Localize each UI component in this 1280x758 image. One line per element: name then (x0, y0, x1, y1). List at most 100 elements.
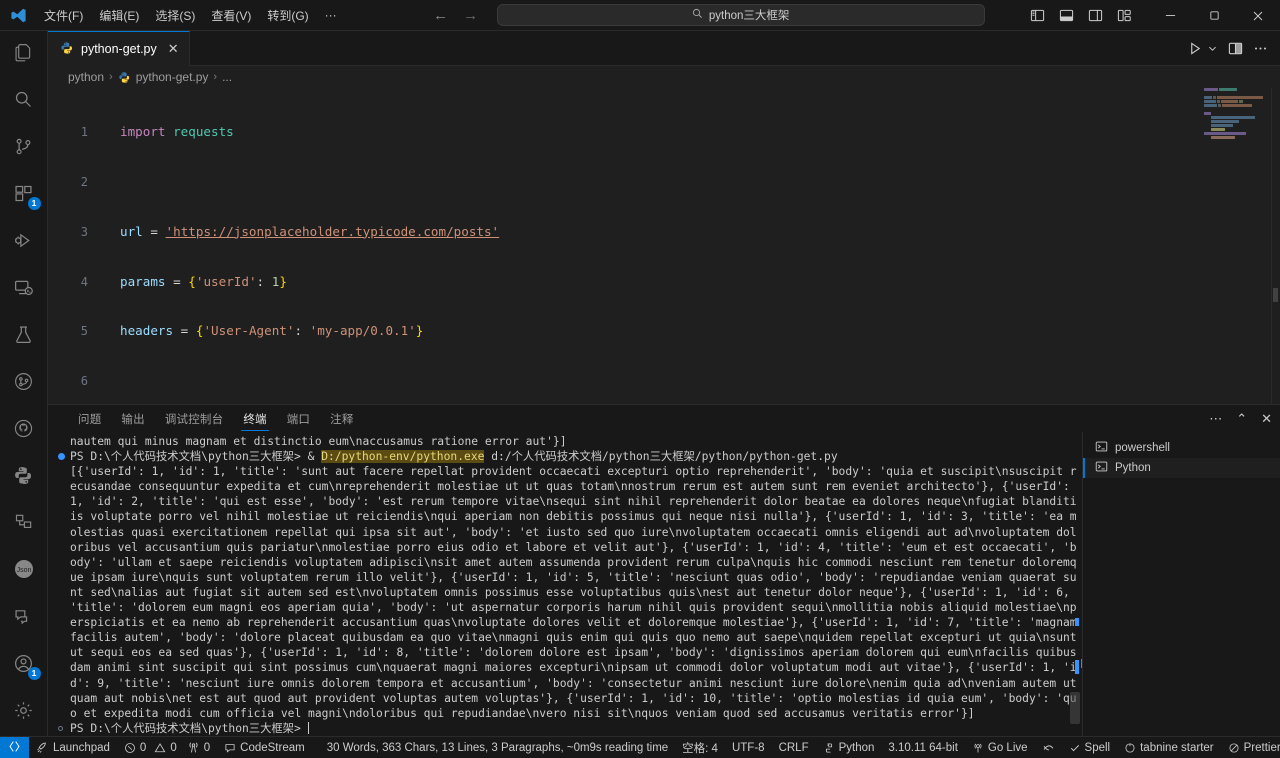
workbench-body: 1 (0, 31, 1280, 736)
menu-more[interactable]: ··· (317, 5, 345, 25)
breadcrumb-file[interactable]: python-get.py (136, 70, 209, 84)
menu-file[interactable]: 文件(F) (36, 4, 91, 27)
tab-comments[interactable]: 注释 (320, 405, 363, 432)
menu-view[interactable]: 查看(V) (203, 4, 259, 27)
menu-go[interactable]: 转到(G) (259, 4, 316, 27)
json-icon: Json (12, 557, 36, 586)
tab-terminal[interactable]: 终端 (233, 405, 276, 432)
terminal-list-item-python[interactable]: Python (1083, 458, 1280, 478)
python-icon (823, 742, 835, 754)
warning-icon (154, 742, 166, 754)
sidebar-item-comments[interactable] (0, 595, 48, 642)
status-prettier[interactable]: Prettier (1221, 737, 1280, 758)
sidebar-item-remote-explorer[interactable] (0, 266, 48, 313)
editor-tab-python-get[interactable]: python-get.py ✕ (48, 31, 190, 66)
chevron-down-icon[interactable] (1207, 43, 1218, 54)
breadcrumb-folder[interactable]: python (68, 70, 104, 84)
terminal-prompt2: PS D:\个人代码技术文档\python三大框架> (70, 722, 308, 735)
sidebar-item-github[interactable] (0, 407, 48, 454)
tab-problems[interactable]: 问题 (68, 405, 111, 432)
toggle-secondary-sidebar-icon[interactable] (1088, 8, 1103, 23)
back-arrow-icon[interactable]: ← (433, 7, 449, 24)
tab-bar-filler (190, 31, 1176, 66)
window-close-button[interactable] (1236, 0, 1280, 31)
status-go-live[interactable]: Go Live (965, 737, 1035, 758)
status-language-mode[interactable]: Python (816, 737, 882, 758)
close-icon[interactable]: ✕ (168, 41, 179, 57)
status-codestream[interactable]: CodeStream (217, 737, 312, 758)
sidebar-item-database[interactable] (0, 501, 48, 548)
sidebar-item-testing[interactable] (0, 313, 48, 360)
more-icon[interactable] (1253, 41, 1268, 56)
code-line-6: 6 (48, 373, 1280, 390)
line-text: params = {'userId': 1} (110, 274, 287, 291)
database-icon (14, 512, 34, 537)
remote-host-button[interactable] (0, 737, 29, 758)
status-tabnine-starter[interactable]: tabnine starter (1117, 737, 1221, 758)
window-minimize-button[interactable] (1148, 0, 1192, 31)
status-python-interpreter[interactable]: 3.10.11 64-bit (881, 737, 964, 758)
sidebar-item-extensions[interactable]: 1 (0, 172, 48, 219)
status-encoding[interactable]: UTF-8 (725, 737, 772, 758)
terminal-scrollbar[interactable] (1070, 692, 1080, 724)
sidebar-item-python-env[interactable] (0, 454, 48, 501)
code-editor[interactable]: 1import requests 2 3url = 'https://jsonp… (48, 88, 1280, 404)
terminal-list-label: Python (1115, 462, 1151, 474)
sidebar-item-json-viewer[interactable]: Json (0, 548, 48, 595)
window-maximize-button[interactable] (1192, 0, 1236, 31)
files-icon (13, 42, 34, 68)
close-panel-icon[interactable]: ✕ (1261, 412, 1272, 425)
sidebar-item-run-and-debug[interactable] (0, 219, 48, 266)
terminal-view[interactable]: nautem qui minus magnam et distinctio eu… (48, 432, 1082, 736)
terminal-overflow-line: nautem qui minus magnam et distinctio eu… (70, 434, 1082, 449)
status-indentation[interactable]: 空格: 4 (675, 737, 725, 758)
status-spell-label: Spell (1085, 742, 1111, 754)
status-launchpad[interactable]: Launchpad (29, 737, 117, 758)
sidebar-item-explorer[interactable] (0, 31, 48, 78)
status-radio-tower[interactable]: 0 (180, 737, 217, 758)
status-eol[interactable]: CRLF (772, 737, 816, 758)
terminal-list-item-powershell[interactable]: powershell (1083, 438, 1280, 458)
tab-debug-console[interactable]: 调试控制台 (155, 405, 234, 432)
minimap[interactable] (1204, 88, 1266, 404)
customize-layout-icon[interactable] (1117, 8, 1132, 23)
toggle-panel-icon[interactable] (1059, 8, 1074, 23)
python-file-icon (60, 41, 74, 58)
beaker-icon (13, 324, 34, 350)
status-spell-checker[interactable]: Spell (1062, 737, 1118, 758)
sidebar-item-search[interactable] (0, 78, 48, 125)
command-center-search[interactable]: python三大框架 (497, 4, 985, 26)
sidebar-item-gitlens[interactable] (0, 360, 48, 407)
editor-actions (1176, 31, 1280, 66)
rocket-icon (36, 741, 49, 754)
editor-scrollbar[interactable] (1273, 288, 1278, 302)
status-problems[interactable]: 0 0 (117, 737, 180, 758)
menu-edit[interactable]: 编辑(E) (91, 4, 147, 27)
line-number: 1 (48, 124, 110, 141)
split-editor-icon[interactable] (1228, 41, 1243, 56)
status-word-count[interactable]: 30 Words, 363 Chars, 13 Lines, 3 Paragra… (320, 737, 675, 758)
manage-settings-button[interactable] (0, 689, 48, 736)
accounts-button[interactable]: 1 (0, 642, 48, 689)
tab-output[interactable]: 输出 (111, 405, 154, 432)
prompt-status-dot (58, 726, 63, 731)
line-text: url = 'https://jsonplaceholder.typicode.… (110, 224, 499, 241)
codestream-icon (224, 742, 236, 754)
source-control-icon (13, 136, 34, 162)
breadcrumb-more[interactable]: ... (222, 70, 232, 84)
remote-icon (8, 740, 21, 756)
sidebar-item-source-control[interactable] (0, 125, 48, 172)
tab-ports[interactable]: 端口 (277, 405, 320, 432)
prettier-icon (1228, 742, 1240, 754)
run-icon[interactable] (1188, 41, 1203, 56)
status-tabnine-label: tabnine starter (1140, 742, 1214, 754)
more-icon[interactable]: ⋯ (1209, 412, 1222, 425)
toggle-primary-sidebar-icon[interactable] (1030, 8, 1045, 23)
status-tabnine-logo[interactable] (1035, 737, 1062, 758)
status-interpreter-label: 3.10.11 64-bit (888, 742, 957, 754)
python-icon (13, 465, 34, 491)
terminal-prompt-current: PS D:\个人代码技术文档\python三大框架> (70, 721, 1082, 736)
forward-arrow-icon[interactable]: → (463, 7, 479, 24)
maximize-panel-icon[interactable]: ⌃ (1236, 412, 1247, 425)
menu-selection[interactable]: 选择(S) (147, 4, 203, 27)
